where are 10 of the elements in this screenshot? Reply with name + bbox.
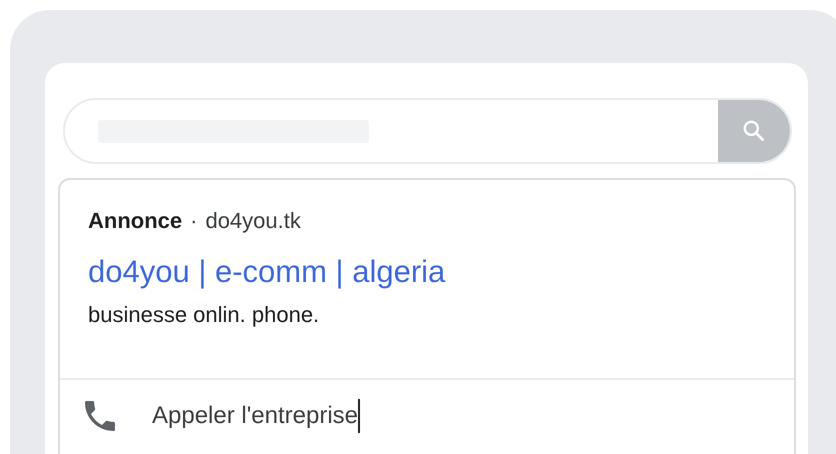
ad-label: Annonce: [88, 208, 182, 234]
search-icon: [741, 118, 767, 144]
ad-domain: do4you.tk: [205, 208, 301, 234]
separator-dot: ·: [190, 208, 198, 234]
ad-description: businesse onlin. phone.: [88, 302, 320, 328]
search-button[interactable]: [718, 100, 790, 162]
ad-title-link[interactable]: do4you | e-comm | algeria: [88, 254, 446, 290]
search-field[interactable]: [63, 98, 792, 164]
call-business-link[interactable]: Appeler l'entreprise: [152, 402, 358, 430]
text-cursor: [358, 399, 360, 433]
